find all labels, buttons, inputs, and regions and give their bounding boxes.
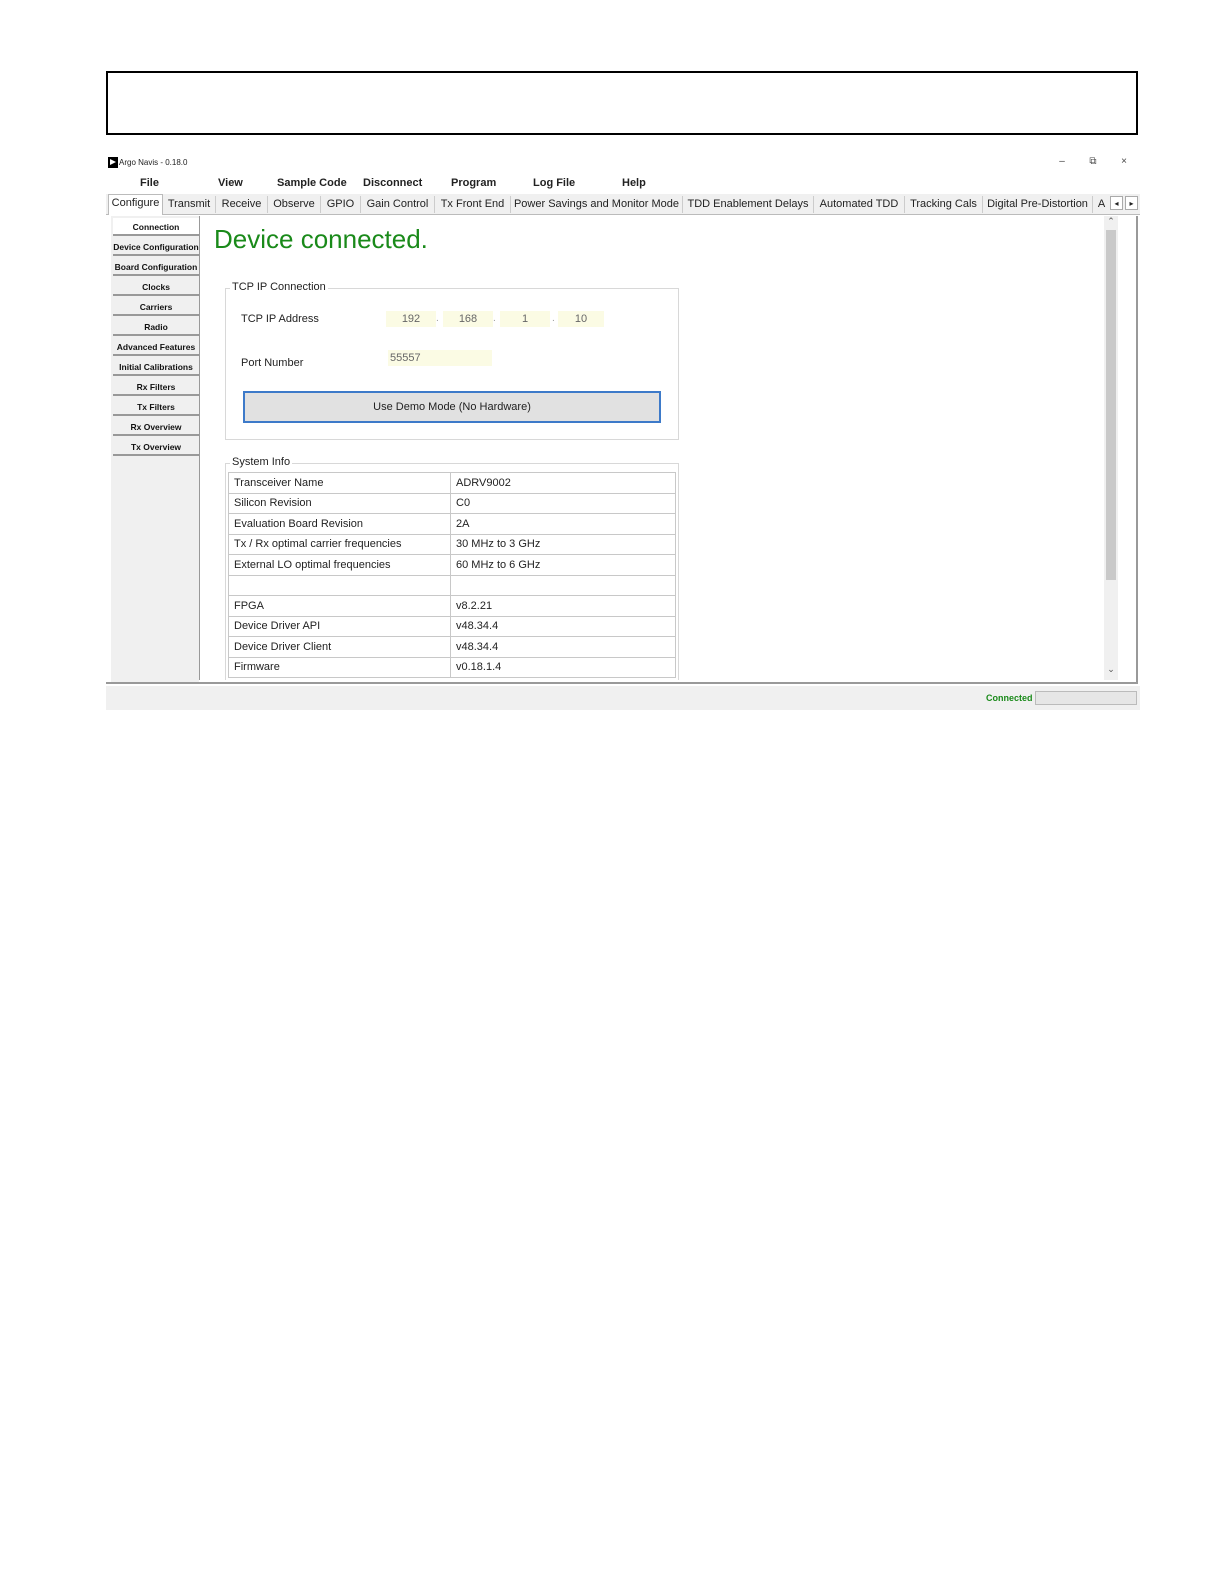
table-row: Device Driver Client v48.34.4 bbox=[228, 636, 676, 658]
app-logo-icon bbox=[108, 157, 118, 168]
tab-observe[interactable]: Observe bbox=[268, 196, 321, 213]
table-cell-label: FPGA bbox=[228, 595, 451, 617]
tab-receive[interactable]: Receive bbox=[216, 196, 268, 213]
table-cell-label: Silicon Revision bbox=[228, 492, 451, 514]
table-row: FPGA v8.2.21 bbox=[228, 595, 676, 617]
table-row: Tx / Rx optimal carrier frequencies 30 MH… bbox=[228, 533, 676, 555]
table-cell-value: v8.2.21 bbox=[450, 595, 676, 617]
ip-octet-3-input[interactable]: 1 bbox=[500, 311, 550, 327]
scrollbar-thumb[interactable] bbox=[1106, 230, 1116, 580]
status-progress-bar bbox=[1035, 691, 1137, 705]
tab-scroll-left-icon[interactable]: ◂ bbox=[1110, 196, 1123, 210]
menu-program[interactable]: Program bbox=[451, 177, 496, 189]
scroll-down-icon[interactable]: ⌄ bbox=[1104, 664, 1118, 675]
tab-configure[interactable]: Configure bbox=[108, 194, 163, 215]
ip-separator: . bbox=[493, 313, 496, 324]
table-cell-value: v48.34.4 bbox=[450, 615, 676, 637]
sidenav-clocks[interactable]: Clocks bbox=[113, 278, 199, 296]
app-window: Argo Navis - 0.18.0 – ⧉ × File View Samp… bbox=[106, 154, 1140, 712]
tab-power-savings[interactable]: Power Savings and Monitor Mode bbox=[511, 196, 683, 213]
menu-sample-code[interactable]: Sample Code bbox=[277, 177, 347, 189]
tab-transmit[interactable]: Transmit bbox=[163, 196, 216, 213]
table-row: Firmware v0.18.1.4 bbox=[228, 656, 676, 678]
table-cell-label: Transceiver Name bbox=[228, 472, 451, 494]
port-number-input[interactable]: 55557 bbox=[388, 350, 492, 366]
sidenav-connection[interactable]: Connection bbox=[113, 218, 199, 236]
menu-view[interactable]: View bbox=[218, 177, 243, 189]
tab-tx-front-end[interactable]: Tx Front End bbox=[435, 196, 511, 213]
close-button[interactable]: × bbox=[1116, 156, 1132, 167]
table-row: Evaluation Board Revision 2A bbox=[228, 513, 676, 535]
table-cell-value: C0 bbox=[450, 492, 676, 514]
tab-automated-tdd[interactable]: Automated TDD bbox=[814, 196, 905, 213]
sidenav-board-configuration[interactable]: Board Configuration bbox=[113, 258, 199, 276]
title-bar: Argo Navis - 0.18.0 – ⧉ × bbox=[106, 154, 1140, 174]
system-info-group-legend: System Info bbox=[230, 456, 293, 468]
connection-status-text: Connected bbox=[986, 693, 1033, 703]
port-number-label: Port Number bbox=[241, 357, 304, 369]
menu-file[interactable]: File bbox=[140, 177, 159, 189]
tab-gain-control[interactable]: Gain Control bbox=[361, 196, 435, 213]
ip-separator: . bbox=[552, 313, 555, 324]
menu-bar: File View Sample Code Disconnect Program… bbox=[106, 175, 1140, 193]
sidenav-radio[interactable]: Radio bbox=[113, 318, 199, 336]
tab-tdd-enablement-delays[interactable]: TDD Enablement Delays bbox=[683, 196, 814, 213]
connection-status-headline: Device connected. bbox=[214, 224, 428, 254]
table-cell-label: Evaluation Board Revision bbox=[228, 513, 451, 535]
ip-octet-2-input[interactable]: 168 bbox=[443, 311, 493, 327]
table-row: Transceiver Name ADRV9002 bbox=[228, 472, 676, 494]
table-row bbox=[228, 574, 676, 596]
table-cell-label: Device Driver Client bbox=[228, 636, 451, 658]
table-cell-label: External LO optimal frequencies bbox=[228, 554, 451, 576]
table-row: Device Driver API v48.34.4 bbox=[228, 615, 676, 637]
table-cell-label bbox=[228, 574, 451, 596]
menu-log-file[interactable]: Log File bbox=[533, 177, 575, 189]
window-title: Argo Navis - 0.18.0 bbox=[119, 158, 188, 167]
table-cell-value: 30 MHz to 3 GHz bbox=[450, 533, 676, 555]
scroll-up-icon[interactable]: ⌃ bbox=[1104, 216, 1118, 227]
table-cell-label: Device Driver API bbox=[228, 615, 451, 637]
status-bar: Connected bbox=[106, 686, 1140, 710]
table-cell-label: Tx / Rx optimal carrier frequencies bbox=[228, 533, 451, 555]
table-cell-value: v48.34.4 bbox=[450, 636, 676, 658]
vertical-scrollbar[interactable]: ⌃ ⌄ bbox=[1104, 216, 1118, 680]
table-row: External LO optimal frequencies 60 MHz to… bbox=[228, 554, 676, 576]
table-cell-value: 2A bbox=[450, 513, 676, 535]
sidenav-advanced-features[interactable]: Advanced Features bbox=[113, 338, 199, 356]
tab-digital-pre-distortion[interactable]: Digital Pre-Distortion bbox=[983, 196, 1093, 213]
table-row: Silicon Revision C0 bbox=[228, 492, 676, 514]
sidenav-device-configuration[interactable]: Device Configuration bbox=[113, 238, 199, 256]
menu-help[interactable]: Help bbox=[622, 177, 646, 189]
sidenav-initial-calibrations[interactable]: Initial Calibrations bbox=[113, 358, 199, 376]
table-cell-value: ADRV9002 bbox=[450, 472, 676, 494]
sidenav-rx-overview[interactable]: Rx Overview bbox=[113, 418, 199, 436]
sidenav-carriers[interactable]: Carriers bbox=[113, 298, 199, 316]
side-nav: Connection Device Configuration Board Co… bbox=[111, 216, 199, 682]
minimize-button[interactable]: – bbox=[1054, 156, 1070, 167]
sidenav-rx-filters[interactable]: Rx Filters bbox=[113, 378, 199, 396]
table-cell-value: v0.18.1.4 bbox=[450, 656, 676, 678]
content-area: Connection Device Configuration Board Co… bbox=[106, 216, 1138, 684]
table-cell-value: 60 MHz to 6 GHz bbox=[450, 554, 676, 576]
tab-scroll-right-icon[interactable]: ▸ bbox=[1125, 196, 1138, 210]
restore-button[interactable]: ⧉ bbox=[1085, 156, 1101, 167]
sidenav-tx-filters[interactable]: Tx Filters bbox=[113, 398, 199, 416]
tab-gpio[interactable]: GPIO bbox=[321, 196, 361, 213]
ip-octet-1-input[interactable]: 192 bbox=[386, 311, 436, 327]
table-cell-label: Firmware bbox=[228, 656, 451, 678]
connection-panel: Device connected. TCP IP Connection TCP … bbox=[199, 216, 1120, 680]
ip-octet-4-input[interactable]: 10 bbox=[558, 311, 604, 327]
menu-disconnect[interactable]: Disconnect bbox=[363, 177, 422, 189]
table-cell-value bbox=[450, 574, 676, 596]
tcp-ip-group-legend: TCP IP Connection bbox=[230, 281, 328, 293]
system-info-table: Transceiver Name ADRV9002 Silicon Revisio… bbox=[228, 472, 676, 678]
use-demo-mode-button[interactable]: Use Demo Mode (No Hardware) bbox=[243, 391, 661, 423]
tcp-ip-address-label: TCP IP Address bbox=[241, 313, 319, 325]
tab-bar: Configure Transmit Receive Observe GPIO … bbox=[106, 194, 1140, 215]
tab-overflow[interactable]: A bbox=[1093, 196, 1110, 213]
ip-separator: . bbox=[436, 313, 439, 324]
sidenav-tx-overview[interactable]: Tx Overview bbox=[113, 438, 199, 456]
tab-tracking-cals[interactable]: Tracking Cals bbox=[905, 196, 983, 213]
header-frame bbox=[106, 71, 1138, 135]
